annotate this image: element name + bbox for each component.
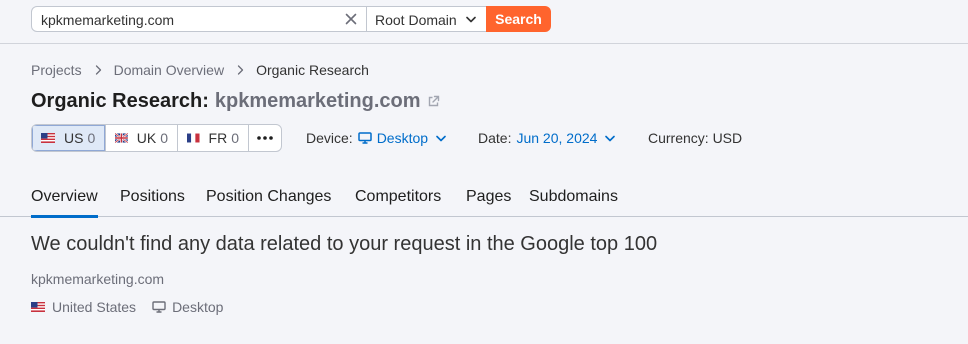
breadcrumb-projects[interactable]: Projects	[31, 62, 82, 78]
device-filter-value: Desktop	[376, 130, 429, 146]
date-filter[interactable]: Date: Jun 20, 2024	[478, 130, 616, 146]
chevron-down-icon	[605, 135, 616, 141]
page-title: Organic Research: kpkmemarketing.com	[31, 90, 440, 113]
tab-competitors[interactable]: Competitors	[355, 188, 441, 206]
breadcrumb-organic-research: Organic Research	[256, 62, 369, 78]
device-filter[interactable]: Device: Desktop	[306, 130, 446, 146]
date-filter-label: Date:	[478, 130, 512, 146]
currency-label: Currency: USD	[648, 130, 743, 146]
device-filter-label: Device:	[306, 130, 353, 146]
database-us-code: US	[64, 130, 84, 146]
date-filter-value-wrap[interactable]: Jun 20, 2024	[516, 130, 616, 146]
empty-state-domain: kpkmemarketing.com	[31, 271, 165, 287]
database-fr-code: FR	[208, 130, 228, 146]
empty-state-device-wrap: Desktop	[152, 299, 223, 315]
device-filter-value-wrap[interactable]: Desktop	[357, 130, 446, 146]
tab-subdomains[interactable]: Subdomains	[529, 188, 618, 206]
database-uk-count: 0	[160, 130, 168, 146]
empty-state-meta: United States Desktop	[31, 299, 223, 315]
empty-state-country: United States	[52, 299, 137, 315]
chevron-down-icon	[466, 16, 476, 23]
desktop-icon	[357, 132, 372, 144]
breadcrumb-domain-overview[interactable]: Domain Overview	[114, 62, 224, 78]
tab-positions[interactable]: Positions	[120, 188, 185, 206]
clear-icon[interactable]	[345, 13, 357, 25]
report-tabs: Overview Positions Position Changes Comp…	[0, 176, 968, 218]
domain-scope-select[interactable]: Root Domain	[366, 6, 487, 32]
desktop-icon	[152, 301, 166, 313]
currency-info: Currency: USD	[648, 130, 742, 146]
page-title-domain[interactable]: kpkmemarketing.com	[215, 90, 421, 113]
empty-state-device: Desktop	[172, 299, 224, 315]
page-title-prefix: Organic Research:	[31, 90, 209, 112]
empty-state-message: We couldn't find any data related to you…	[31, 233, 658, 255]
us-flag-icon	[41, 133, 55, 143]
chevron-down-icon	[436, 135, 446, 141]
search-input-value[interactable]: kpkmemarketing.com	[41, 12, 174, 28]
breadcrumb: Projects Domain Overview Organic Researc…	[31, 62, 369, 78]
uk-flag-icon	[115, 133, 128, 143]
date-filter-value: Jun 20, 2024	[516, 130, 598, 146]
database-us-count: 0	[87, 130, 96, 146]
external-link-icon[interactable]	[427, 95, 440, 108]
fr-flag-icon	[187, 133, 200, 143]
database-selector: US 0 UK 0 FR 0	[31, 124, 282, 152]
database-fr-count: 0	[231, 130, 239, 146]
search-button[interactable]: Search	[486, 6, 551, 32]
domain-scope-value: Root Domain	[375, 12, 457, 28]
top-search-bar: kpkmemarketing.com Root Domain Search	[0, 0, 968, 44]
chevron-right-icon	[95, 65, 101, 75]
database-fr-button[interactable]: FR 0	[178, 125, 249, 151]
more-dots-icon	[257, 136, 273, 140]
database-uk-button[interactable]: UK 0	[106, 125, 178, 151]
database-us-button[interactable]: US 0	[32, 125, 106, 151]
more-databases-button[interactable]	[249, 125, 281, 151]
chevron-right-icon	[237, 65, 244, 75]
database-uk-code: UK	[136, 130, 157, 146]
tab-position-changes[interactable]: Position Changes	[206, 188, 331, 206]
tab-overview[interactable]: Overview	[31, 188, 98, 218]
us-flag-icon	[31, 302, 45, 312]
tab-pages[interactable]: Pages	[466, 188, 511, 206]
search-input[interactable]: kpkmemarketing.com	[31, 6, 367, 32]
